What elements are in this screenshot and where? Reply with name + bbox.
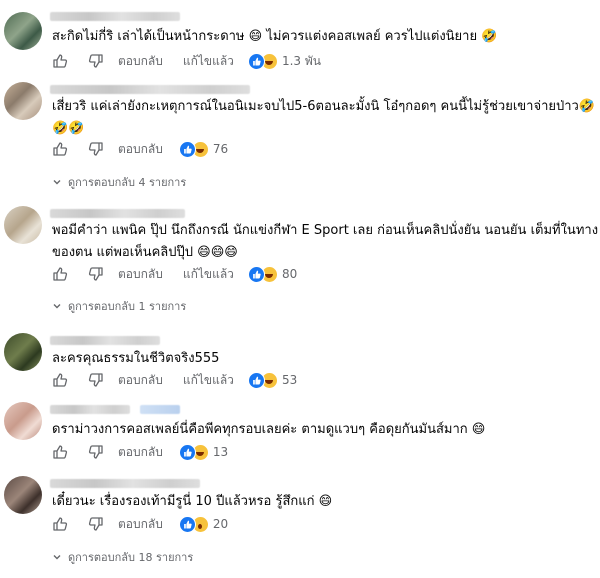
reaction-count: 80 [281,267,298,281]
thumbs-up-icon[interactable] [52,372,68,388]
avatar[interactable] [4,402,42,440]
thumbs-down-icon[interactable] [88,53,104,69]
chevron-down-icon [53,180,61,185]
comment-actions: ตอบกลับ 13 [52,443,228,461]
thumbs-up-icon[interactable] [52,53,68,69]
reaction-summary[interactable]: 20 [178,515,229,533]
author-name[interactable] [50,336,160,345]
reaction-summary[interactable]: 80 [247,265,298,283]
thumbs-down-icon[interactable] [88,372,104,388]
avatar[interactable] [4,476,42,514]
avatar[interactable] [4,333,42,371]
thumbs-up-icon[interactable] [52,516,68,532]
reaction-summary[interactable]: 1.3 พัน [247,52,321,71]
author-name[interactable] [50,85,250,94]
comment-text: ดราม่าวงการคอสเพลย์นี่คือพีคทุกรอบเลยค่ะ… [52,422,486,437]
comment-actions: ตอบกลับ 20 [52,515,228,533]
author-name[interactable] [50,405,130,414]
comment-text: เดี๋ยวนะ เรื่องรองเท้ามีรูนี่ 10 ปีแล้วห… [52,494,333,509]
view-replies-link[interactable]: ดูการตอบกลับ 4 รายการ [52,174,186,190]
avatar[interactable] [4,82,42,120]
reaction-summary[interactable]: 53 [247,371,298,389]
comment-text: พอมีคำว่า แพนิค ปุ๊ป นึกถึงกรณี นักแข่งก… [52,223,599,260]
reply-button[interactable]: ตอบกลับ [118,371,163,390]
reply-button[interactable]: ตอบกลับ [118,52,163,71]
comment-actions: ตอบกลับ 76 [52,140,228,158]
reaction-count: 20 [212,517,229,531]
thumbs-down-icon[interactable] [88,141,104,157]
view-replies-link[interactable]: ดูการตอบกลับ 18 รายการ [52,549,193,565]
thumbs-down-icon[interactable] [88,516,104,532]
comment-text: ละครคุณธรรมในชีวิตจริง555 [52,351,220,366]
like-reaction-icon [247,265,265,283]
view-replies-link[interactable]: ดูการตอบกลับ 1 รายการ [52,298,186,314]
author-name[interactable] [50,12,180,21]
reaction-summary[interactable]: 13 [178,443,229,461]
like-reaction-icon [247,52,265,70]
thumbs-down-icon[interactable] [88,266,104,282]
comment-actions: ตอบกลับ แก้ไขแล้ว 1.3 พัน [52,52,321,70]
comment-actions: ตอบกลับ แก้ไขแล้ว 80 [52,265,297,283]
comment-text: สะกิดไม่กี่ริ เล่าได้เป็นหน้ากระดาษ 😄 ไม… [52,29,498,44]
thumbs-up-icon[interactable] [52,444,68,460]
avatar[interactable] [4,206,42,244]
edited-label: แก้ไขแล้ว [182,266,234,281]
author-badge [140,405,180,414]
edited-label: แก้ไขแล้ว [182,372,234,387]
like-reaction-icon [247,371,265,389]
reply-button[interactable]: ตอบกลับ [118,265,163,284]
like-reaction-icon [178,443,196,461]
thumbs-down-icon[interactable] [88,444,104,460]
avatar[interactable] [4,12,42,50]
author-name[interactable] [50,209,185,218]
chevron-down-icon [53,555,61,560]
comment-text: เสี่ยวริ แค่เล่ายังกะเหตุการณ์ในอนิเมะจบ… [52,99,596,136]
thumbs-up-icon[interactable] [52,266,68,282]
like-reaction-icon [178,515,196,533]
reaction-summary[interactable]: 76 [178,140,229,158]
reply-button[interactable]: ตอบกลับ [118,443,163,462]
reaction-count: 76 [212,142,229,156]
reaction-count: 13 [212,445,229,459]
author-name[interactable] [50,479,200,488]
reaction-count: 1.3 พัน [281,53,321,68]
reply-button[interactable]: ตอบกลับ [118,140,163,159]
edited-label: แก้ไขแล้ว [182,53,234,68]
reply-button[interactable]: ตอบกลับ [118,515,163,534]
comment-actions: ตอบกลับ แก้ไขแล้ว 53 [52,371,297,389]
like-reaction-icon [178,140,196,158]
thumbs-up-icon[interactable] [52,141,68,157]
reaction-count: 53 [281,373,298,387]
chevron-down-icon [53,304,61,309]
